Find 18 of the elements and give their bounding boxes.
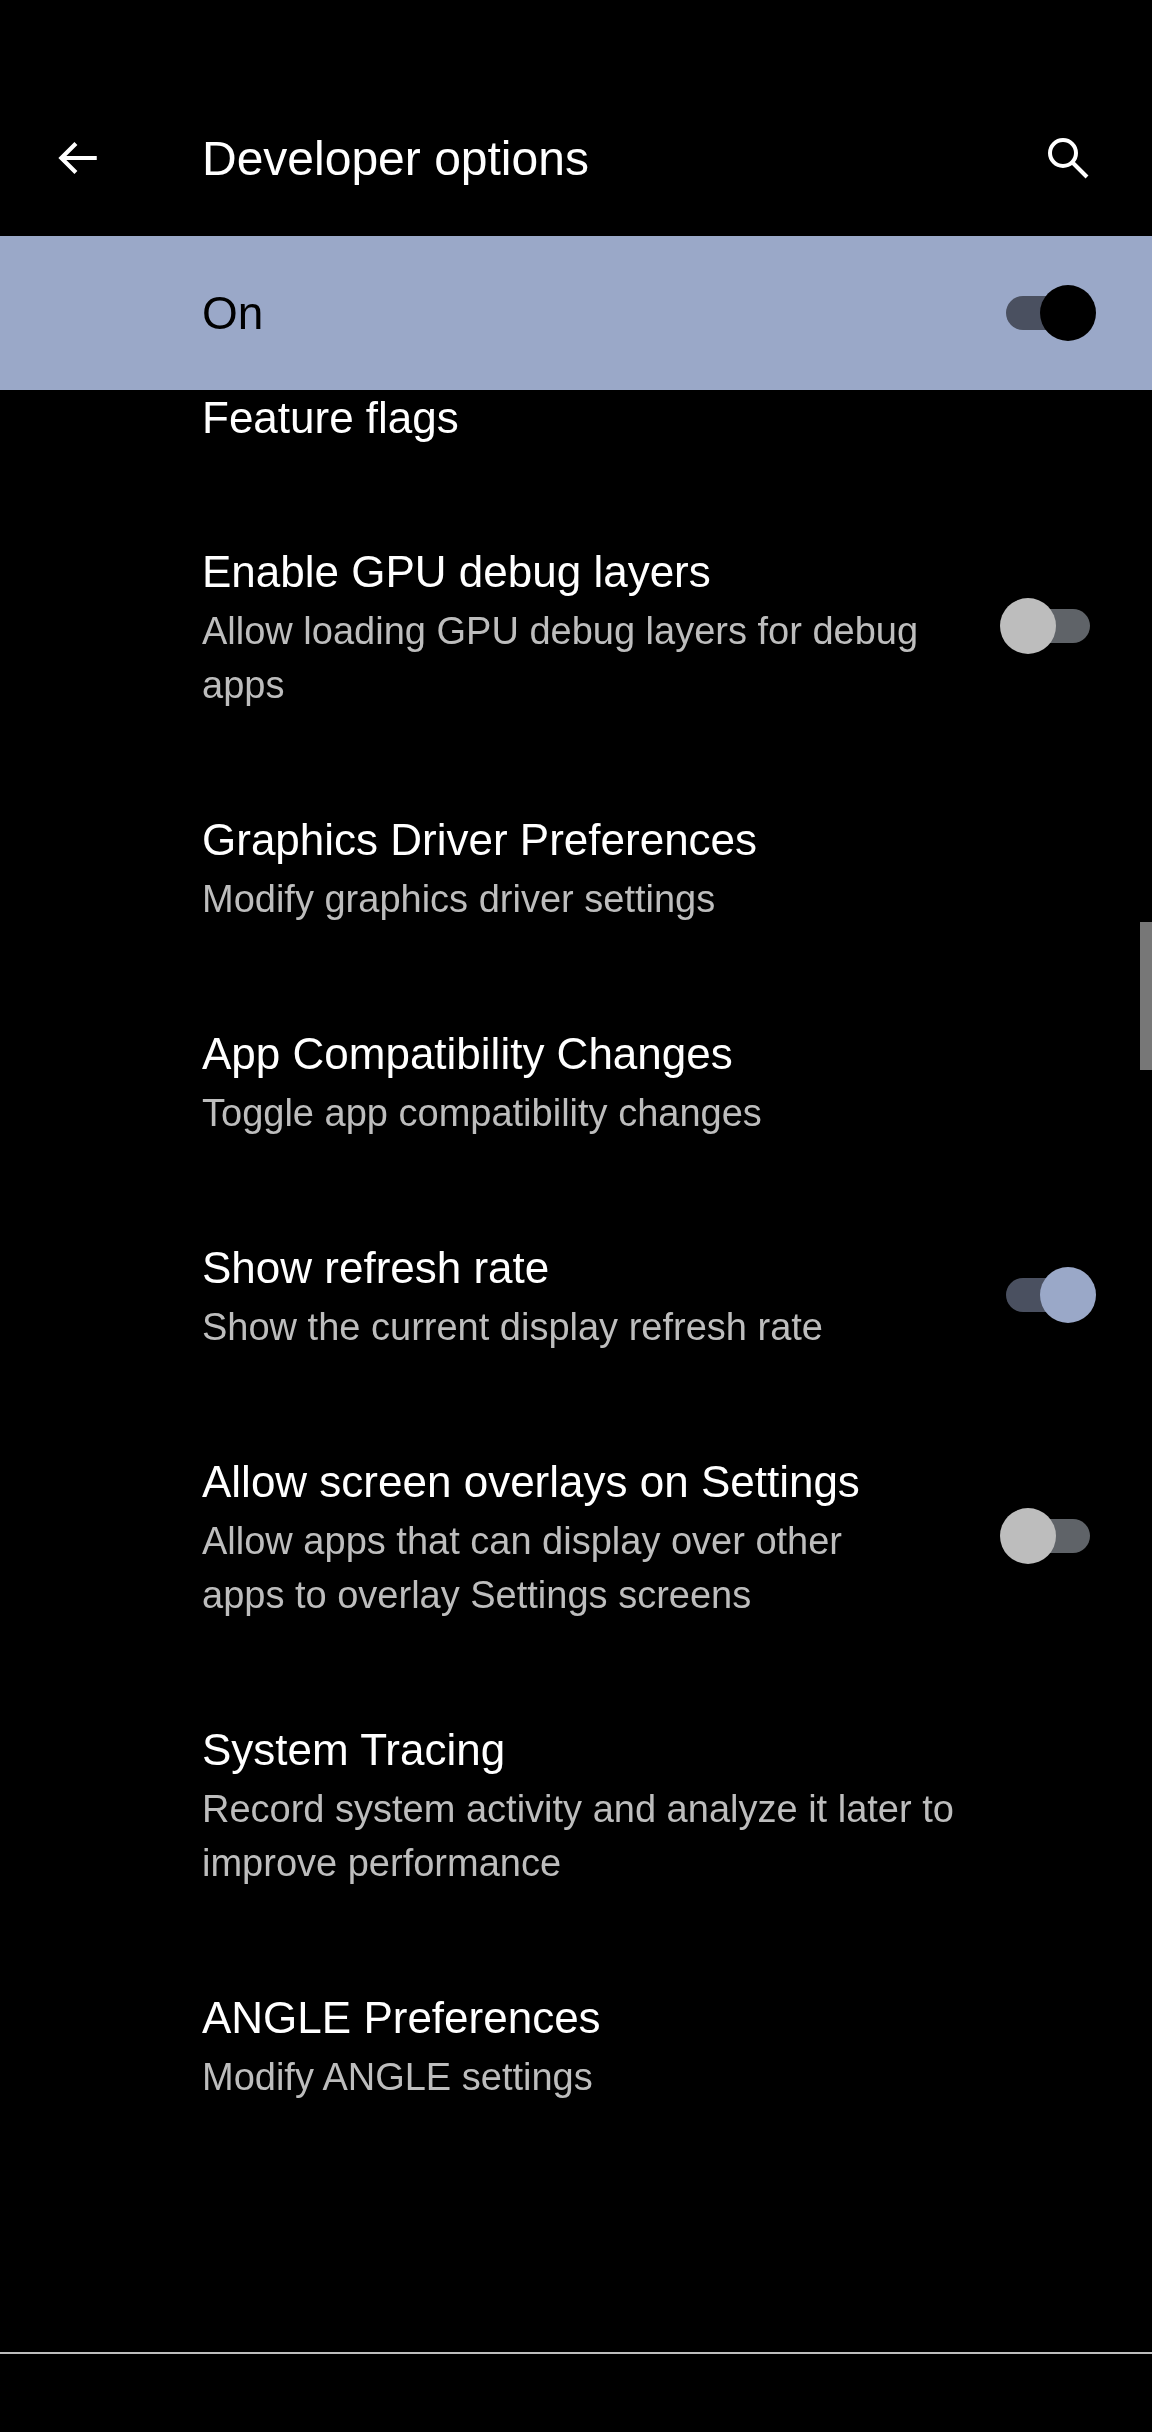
setting-title[interactable]: Graphics Driver Preferences <box>202 808 1096 872</box>
setting-title[interactable]: Show refresh rate <box>202 1236 922 1300</box>
setting-title[interactable]: System Tracing <box>202 1718 1096 1782</box>
setting-summary: Allow loading GPU debug layers for debug apps <box>202 609 920 708</box>
setting-summary: Modify ANGLE settings <box>202 2055 594 2100</box>
setting-title[interactable]: ANGLE Preferences <box>202 1986 1096 2050</box>
main-switch-bar[interactable]: On <box>0 236 1152 390</box>
setting-summary: Allow apps that can display over other apps to overlay Settings screens <box>202 1519 844 1618</box>
setting-title[interactable]: Feature flags <box>202 390 1096 446</box>
screen-title: Developer options <box>202 130 590 186</box>
setting-summary: Show the current display refresh rate <box>202 1305 824 1350</box>
setting-title[interactable]: Enable GPU debug layers <box>202 540 922 604</box>
switch-label: On <box>202 286 264 340</box>
setting-title[interactable]: App Compatibility Changes <box>202 1022 1096 1086</box>
setting-title[interactable]: Allow screen overlays on Settings <box>202 1450 922 1514</box>
setting-summary: Toggle app compatibility changes <box>202 1091 763 1136</box>
setting-summary: Record system activity and analyze it later to improve performance <box>202 1787 955 1886</box>
setting-summary: Modify graphics driver settings <box>202 877 717 922</box>
